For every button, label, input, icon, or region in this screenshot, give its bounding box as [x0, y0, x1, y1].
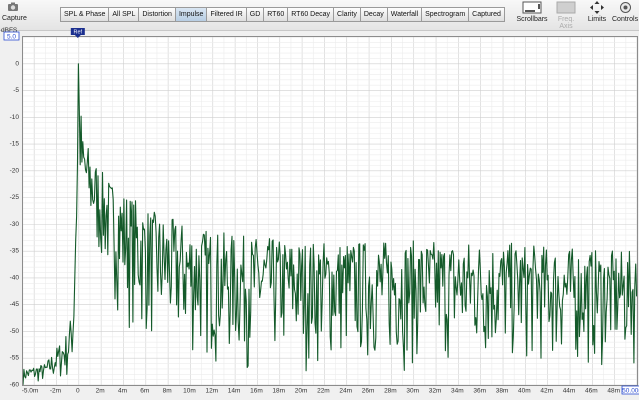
x-tick-label: 44m [563, 388, 576, 395]
impulse-plot[interactable] [22, 36, 638, 386]
tab-clarity[interactable]: Clarity [333, 7, 360, 22]
tab-captured[interactable]: Captured [468, 7, 505, 22]
capture-button[interactable]: Capture [2, 1, 27, 22]
x-tick-label: 4m [118, 388, 127, 395]
x-tick-label: 34m [451, 388, 464, 395]
controls-label: Controls [612, 16, 639, 23]
x-tick-label: 16m [250, 388, 263, 395]
x-tick-label: 18m [272, 388, 285, 395]
x-tick-label: 24m [339, 388, 352, 395]
impulse-chart [22, 36, 638, 386]
freq-axis-label: Freq. Axis [557, 16, 575, 30]
tab-spl-phase[interactable]: SPL & Phase [60, 7, 109, 22]
y-tick-label: -45 [10, 301, 20, 308]
toolbar: Capture SPL & Phase All SPL Distortion Impu… [0, 0, 639, 31]
x-tick-label: 12m [205, 388, 218, 395]
gear-icon [619, 2, 631, 13]
y-tick-label: -5 [13, 87, 19, 94]
tab-decay[interactable]: Decay [359, 7, 387, 22]
y-tick-label: 0 [15, 60, 19, 67]
x-tick-label: 38m [496, 388, 509, 395]
x-tick-label: 28m [384, 388, 397, 395]
limits-button[interactable]: Limits [585, 1, 609, 23]
tab-waterfall[interactable]: Waterfall [386, 7, 422, 22]
x-tick-label: -2m [50, 388, 61, 395]
x-tick-label: 30m [406, 388, 419, 395]
tab-bar: SPL & Phase All SPL Distortion Impulse Filte… [60, 7, 505, 22]
x-tick-label: 2m [96, 388, 105, 395]
freq-axis-button[interactable]: Freq. Axis [552, 1, 580, 30]
x-tick-label: 50.00m [622, 388, 639, 395]
y-tick-label: -60 [10, 382, 20, 389]
limits-arrows-icon [590, 1, 604, 14]
scrollbars-icon [522, 1, 542, 14]
y-tick-label: -20 [10, 167, 20, 174]
tab-filtered-ir[interactable]: Filtered IR [206, 7, 246, 22]
x-tick-label: 42m [540, 388, 553, 395]
x-tick-label: 22m [317, 388, 330, 395]
y-tick-label: -25 [10, 194, 20, 201]
x-tick-label: -5.0m [22, 388, 39, 395]
freq-axis-icon [556, 1, 576, 14]
x-tick-label: 14m [228, 388, 241, 395]
y-tick-label: -35 [10, 248, 20, 255]
tab-impulse[interactable]: Impulse [174, 7, 207, 22]
x-tick-label: 10m [183, 388, 196, 395]
x-tick-label: 46m [585, 388, 598, 395]
x-end-box [621, 385, 639, 395]
tab-rt60-decay[interactable]: RT60 Decay [287, 7, 334, 22]
y-tick-label: -10 [10, 114, 20, 121]
controls-button[interactable]: Controls [612, 1, 638, 23]
x-tick-label: 40m [518, 388, 531, 395]
tab-gd[interactable]: GD [245, 7, 264, 22]
x-tick-label: 48m [607, 388, 620, 395]
y-unit-label: dBFS [1, 27, 18, 34]
x-tick-label: 36m [473, 388, 486, 395]
y-tick-label: -40 [10, 274, 20, 281]
x-tick-label: 0 [76, 388, 80, 395]
capture-label: Capture [2, 15, 27, 22]
y-tick-label: 5.0 [7, 34, 16, 41]
y-tick-label: -55 [10, 355, 20, 362]
y-tick-label: -15 [10, 141, 20, 148]
tab-rt60[interactable]: RT60 [263, 7, 288, 22]
limits-label: Limits [587, 16, 607, 23]
x-tick-label: 26m [362, 388, 375, 395]
tab-distortion[interactable]: Distortion [138, 7, 175, 22]
scrollbars-label: Scrollbars [516, 16, 548, 23]
scrollbars-button[interactable]: Scrollbars [516, 1, 548, 23]
x-tick-label: 8m [163, 388, 172, 395]
tab-spectrogram[interactable]: Spectrogram [421, 7, 469, 22]
x-tick-label: 20m [295, 388, 308, 395]
x-tick-label: 32m [429, 388, 442, 395]
x-tick-label: 6m [140, 388, 149, 395]
y-tick-label: -30 [10, 221, 20, 228]
y-tick-label: -50 [10, 328, 20, 335]
tab-all-spl[interactable]: All SPL [108, 7, 139, 22]
camera-icon [8, 2, 18, 11]
